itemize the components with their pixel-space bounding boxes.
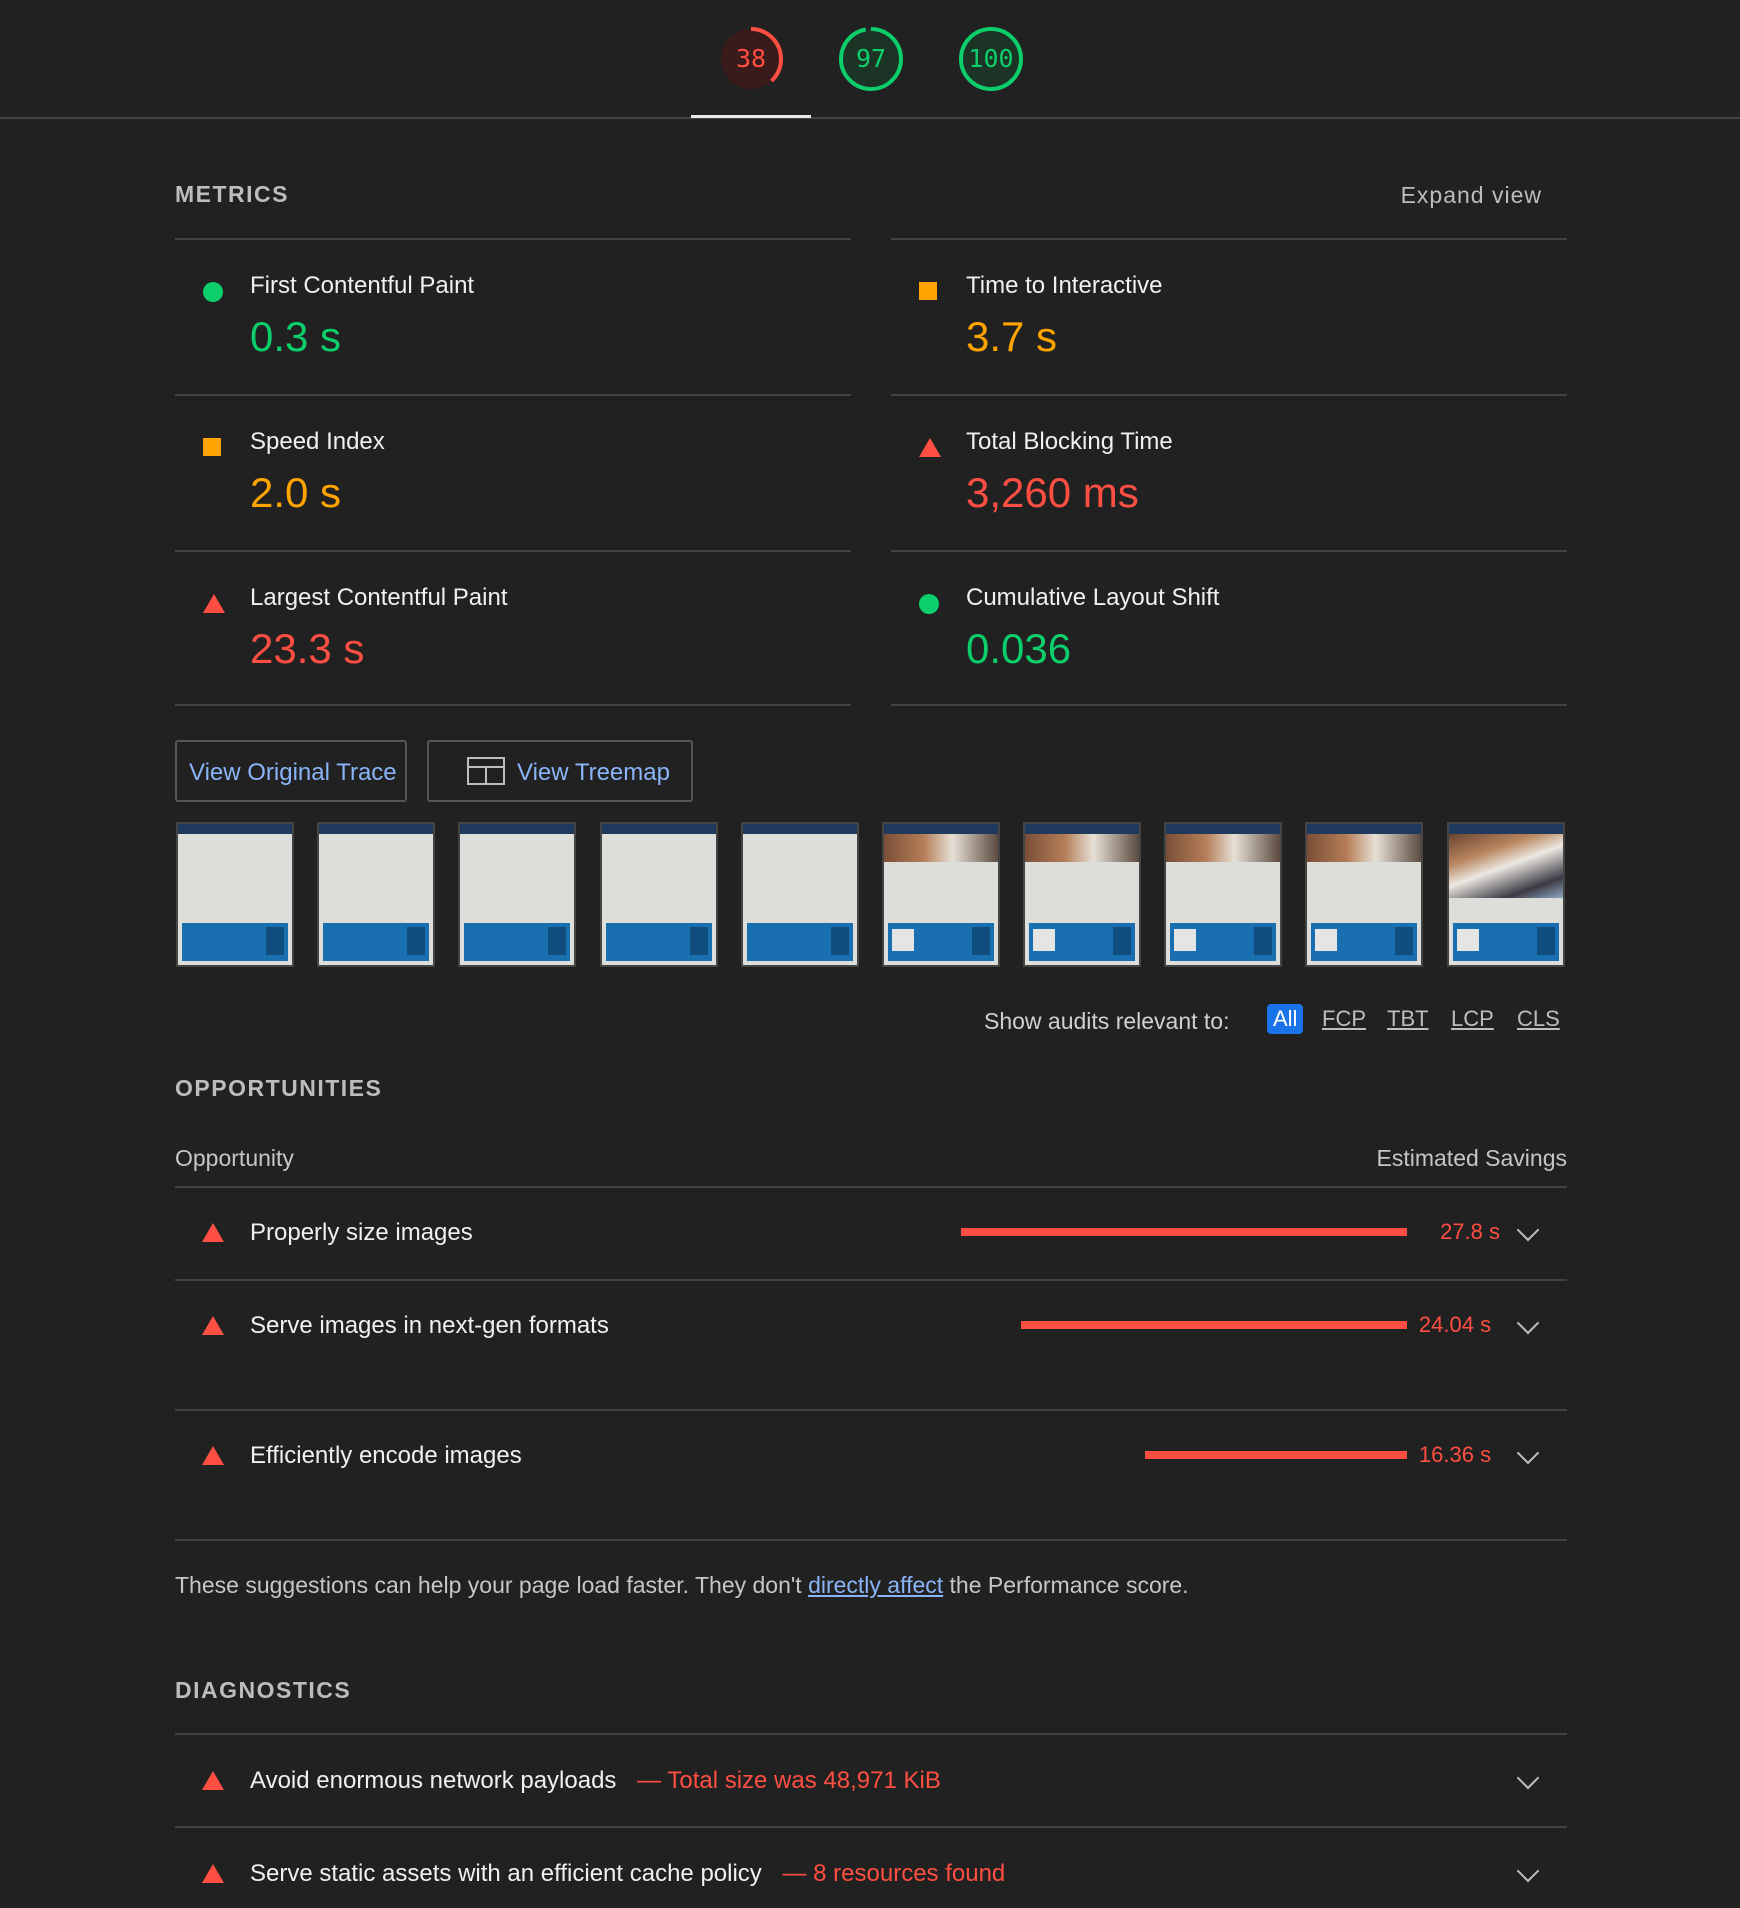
filmstrip-frame [1305, 822, 1423, 967]
filmstrip-frame [176, 822, 294, 967]
metrics-title: METRICS [175, 181, 289, 207]
metric-value: 0.3 s [250, 313, 342, 360]
green-circle-icon [919, 594, 939, 614]
metric-value: 2.0 s [250, 469, 342, 516]
table-divider [175, 1409, 1567, 1411]
active-gauge-indicator [691, 115, 811, 118]
metric-time-to-interactive: Time to Interactive 3.7 s [891, 238, 1567, 395]
directly-affect-link[interactable]: directly affect [808, 1572, 943, 1598]
table-divider [175, 1826, 1567, 1828]
metric-label: Time to Interactive [966, 272, 1163, 299]
filter-fcp[interactable]: FCP [1322, 1006, 1366, 1032]
red-triangle-icon [202, 1316, 224, 1335]
savings-bar [961, 1228, 1407, 1236]
chevron-down-icon[interactable] [1516, 1859, 1540, 1883]
category-gauges: 38 97 100 [0, 0, 1740, 119]
savings-value: 27.8 s [1440, 1219, 1500, 1244]
note-text: These suggestions can help your page loa… [175, 1572, 809, 1598]
metric-label: Cumulative Layout Shift [966, 584, 1220, 611]
metrics-divider [891, 704, 1567, 706]
metric-speed-index: Speed Index 2.0 s [175, 394, 851, 551]
filmstrip-frame [1164, 822, 1282, 967]
metric-total-blocking-time: Total Blocking Time 3,260 ms [891, 394, 1567, 551]
metric-value: 3,260 ms [966, 469, 1139, 516]
metric-label: Total Blocking Time [966, 428, 1173, 455]
metric-label: Speed Index [250, 428, 385, 455]
diagnostic-detail: — 8 resources found [782, 1860, 1006, 1887]
metric-largest-contentful-paint: Largest Contentful Paint 23.3 s [175, 550, 851, 707]
red-triangle-icon [202, 1446, 224, 1465]
metric-value: 3.7 s [966, 313, 1058, 360]
best-practices-score: 100 [968, 44, 1014, 73]
opportunity-title: Properly size images [250, 1219, 473, 1246]
filter-cls[interactable]: CLS [1517, 1006, 1560, 1032]
diagnostic-title: Serve static assets with an efficient ca… [250, 1860, 762, 1887]
filmstrip-frame [600, 822, 718, 967]
metric-cumulative-layout-shift: Cumulative Layout Shift 0.036 [891, 550, 1567, 707]
filmstrip-frame [458, 822, 576, 967]
metric-first-contentful-paint: First Contentful Paint 0.3 s [175, 238, 851, 395]
red-triangle-icon [202, 1771, 224, 1790]
performance-score: 38 [735, 44, 767, 73]
view-treemap-label: View Treemap [517, 759, 670, 786]
opportunities-note: These suggestions can help your page loa… [175, 1572, 1189, 1599]
diagnostic-heading: Serve static assets with an efficient ca… [250, 1860, 1005, 1888]
note-text: the Performance score. [943, 1572, 1189, 1598]
savings-value: 24.04 s [1418, 1312, 1492, 1337]
metric-value: 0.036 [966, 625, 1072, 672]
savings-column-header: Estimated Savings [1376, 1145, 1567, 1171]
green-circle-icon [203, 282, 223, 302]
diagnostic-title: Avoid enormous network payloads [250, 1767, 617, 1794]
metric-value: 23.3 s [250, 625, 365, 672]
view-original-trace-label: View Original Trace [189, 759, 397, 786]
diagnostic-heading: Avoid enormous network payloads — Total … [250, 1767, 941, 1795]
accessibility-gauge[interactable]: 97 [838, 26, 904, 92]
filmstrip-frame [741, 822, 859, 967]
opportunity-title: Efficiently encode images [250, 1442, 522, 1469]
filmstrip-frame [882, 822, 1000, 967]
treemap-icon [467, 757, 505, 785]
diagnostics-title: DIAGNOSTICS [175, 1677, 352, 1703]
opportunity-title: Serve images in next-gen formats [250, 1312, 609, 1339]
metrics-divider [175, 704, 851, 706]
filmstrip-frame [317, 822, 435, 967]
view-original-trace-button[interactable]: View Original Trace [175, 740, 407, 802]
view-treemap-button[interactable]: View Treemap [427, 740, 693, 802]
chevron-down-icon[interactable] [1516, 1311, 1540, 1335]
opportunities-title: OPPORTUNITIES [175, 1075, 383, 1101]
filter-all[interactable]: All [1267, 1004, 1304, 1034]
savings-bar [1021, 1321, 1407, 1329]
red-triangle-icon [919, 438, 941, 457]
orange-square-icon [919, 282, 937, 300]
filmstrip-frame [1023, 822, 1141, 967]
performance-gauge[interactable]: 38 [718, 26, 784, 92]
savings-bar [1144, 1451, 1407, 1459]
opportunity-column-header: Opportunity [175, 1145, 294, 1171]
red-triangle-icon [202, 1223, 224, 1242]
table-divider [175, 1186, 1567, 1188]
metric-label: Largest Contentful Paint [250, 584, 508, 611]
orange-square-icon [203, 438, 221, 456]
best-practices-gauge[interactable]: 100 [958, 26, 1024, 92]
chevron-down-icon[interactable] [1516, 1218, 1540, 1242]
filmstrip-frame [1447, 822, 1565, 967]
red-triangle-icon [203, 594, 225, 613]
filter-tbt[interactable]: TBT [1387, 1006, 1429, 1032]
savings-value: 16.36 s [1418, 1442, 1492, 1467]
metric-label: First Contentful Paint [250, 272, 475, 299]
table-divider [175, 1539, 1567, 1541]
table-divider [175, 1279, 1567, 1281]
audit-filter-label: Show audits relevant to: [984, 1008, 1230, 1034]
expand-view-toggle[interactable]: Expand view [1401, 182, 1542, 209]
red-triangle-icon [202, 1864, 224, 1883]
accessibility-score: 97 [855, 44, 887, 73]
chevron-down-icon[interactable] [1516, 1766, 1540, 1790]
chevron-down-icon[interactable] [1516, 1441, 1540, 1465]
table-divider [175, 1733, 1567, 1735]
filter-lcp[interactable]: LCP [1451, 1006, 1494, 1032]
diagnostic-detail: — Total size was 48,971 KiB [637, 1767, 941, 1794]
